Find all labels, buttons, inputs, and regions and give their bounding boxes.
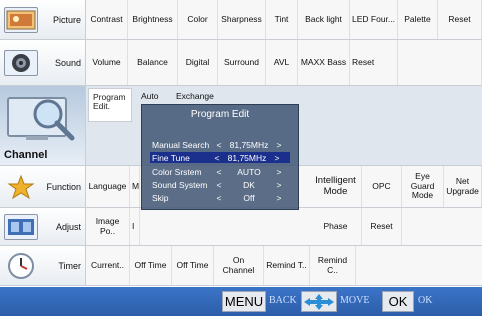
menu-item-phase[interactable]: Phase bbox=[310, 208, 362, 245]
empty-cell bbox=[398, 40, 482, 85]
dialog-title: Program Edit bbox=[190, 109, 250, 120]
ok-hint: OK bbox=[418, 295, 433, 306]
category-channel[interactable]: Channel bbox=[0, 86, 86, 165]
menu-item-maxx-bass[interactable]: MAXX Bass bbox=[298, 40, 350, 85]
menu-item-contrast[interactable]: Contrast bbox=[86, 0, 128, 39]
category-picture[interactable]: Picture bbox=[0, 0, 86, 39]
left-arrow[interactable]: < bbox=[214, 167, 224, 177]
menu-item-image-position[interactable]: Image Po.. bbox=[86, 208, 130, 245]
category-sound[interactable]: Sound bbox=[0, 40, 86, 85]
category-label: Channel bbox=[4, 149, 48, 161]
right-arrow[interactable]: > bbox=[274, 167, 284, 177]
menu-item-brightness[interactable]: Brightness bbox=[128, 0, 178, 39]
menu-item-opc[interactable]: OPC bbox=[362, 166, 402, 207]
menu-item-backlight[interactable]: Back light bbox=[298, 0, 350, 39]
category-timer[interactable]: Timer bbox=[0, 246, 86, 285]
left-arrow[interactable]: < bbox=[214, 180, 224, 190]
left-arrow[interactable]: < bbox=[212, 153, 222, 163]
dialog-row-fine-tune[interactable]: Fine Tune < 81,75MHz > bbox=[150, 152, 290, 163]
menu-item-partial[interactable]: M bbox=[130, 166, 140, 207]
menu-item-on-channel[interactable]: On Channel bbox=[214, 246, 264, 285]
row-name: Skip bbox=[152, 192, 169, 203]
dialog-row-color-system[interactable]: Color Srstem < AUTO > bbox=[152, 166, 292, 177]
adjust-row: Adjust Image Po.. I Phase Reset bbox=[0, 208, 482, 246]
star-icon bbox=[4, 174, 38, 200]
right-arrow[interactable]: > bbox=[274, 140, 284, 150]
row-value: DK bbox=[243, 179, 255, 190]
move-hint: MOVE bbox=[340, 295, 370, 306]
menu-item-off-time-2[interactable]: Off Time bbox=[172, 246, 214, 285]
category-label: Timer bbox=[58, 260, 81, 271]
row-name: Color Srstem bbox=[152, 166, 202, 177]
menu-item-sharpness[interactable]: Sharpness bbox=[218, 0, 266, 39]
category-label: Picture bbox=[52, 14, 81, 25]
menu-item-language[interactable]: Language bbox=[86, 166, 130, 207]
ok-button[interactable]: OK bbox=[382, 291, 414, 312]
program-edit-dialog: Program Edit Manual Search < 81,75MHz > … bbox=[141, 104, 299, 210]
menu-item-program-edit[interactable]: Program Edit. bbox=[88, 88, 132, 122]
picture-icon bbox=[4, 6, 38, 33]
menu-item-reset[interactable]: Reset bbox=[362, 208, 402, 245]
row-value: 81,75MHz bbox=[229, 139, 269, 150]
menu-item-remind-channel[interactable]: Remind C.. bbox=[310, 246, 356, 285]
menu-item-auto[interactable]: Auto bbox=[141, 91, 159, 101]
category-label: Sound bbox=[54, 57, 81, 68]
menu-item-remind-time[interactable]: Remind T.. bbox=[264, 246, 310, 285]
menu-item-partial[interactable]: I bbox=[130, 208, 140, 245]
menu-item-intelligent-mode[interactable]: Intelligent Mode bbox=[310, 166, 362, 207]
menu-button[interactable]: MENU bbox=[222, 291, 266, 312]
row-value: 81,75MHz bbox=[227, 152, 267, 163]
menu-item-volume[interactable]: Volume bbox=[86, 40, 128, 85]
row-value: AUTO bbox=[237, 166, 261, 177]
left-arrow[interactable]: < bbox=[214, 193, 224, 203]
menu-item-reset[interactable]: Reset bbox=[438, 0, 482, 39]
row-name: Sound System bbox=[152, 179, 208, 190]
right-arrow[interactable]: > bbox=[274, 180, 284, 190]
row-value: Off bbox=[243, 192, 255, 203]
menu-item-reset[interactable]: Reset bbox=[350, 40, 398, 85]
menu-item-exchange[interactable]: Exchange bbox=[176, 91, 214, 101]
dialog-row-skip[interactable]: Skip < Off > bbox=[152, 192, 292, 203]
dialog-row-manual-search[interactable]: Manual Search < 81,75MHz > bbox=[152, 139, 292, 150]
right-arrow[interactable]: > bbox=[272, 153, 282, 163]
clock-icon bbox=[4, 252, 38, 279]
speaker-icon bbox=[4, 49, 38, 76]
sound-row: Sound Volume Balance Digital Surround AV… bbox=[0, 40, 482, 86]
category-adjust[interactable]: Adjust bbox=[0, 208, 86, 245]
menu-item-surround[interactable]: Surround bbox=[218, 40, 266, 85]
menu-item-palette[interactable]: Palette bbox=[398, 0, 438, 39]
magnifier-tv-icon bbox=[7, 97, 75, 141]
menu-item-eye-guard-mode[interactable]: Eye Guard Mode bbox=[402, 166, 444, 207]
picture-row: Picture Contrast Brightness Color Sharpn… bbox=[0, 0, 482, 40]
empty-cell bbox=[402, 208, 482, 245]
category-label: Function bbox=[46, 181, 81, 192]
menu-item-avl[interactable]: AVL bbox=[266, 40, 298, 85]
row-name: Fine Tune bbox=[152, 152, 190, 163]
menu-item-led-four[interactable]: LED Four... bbox=[350, 0, 398, 39]
right-arrow[interactable]: > bbox=[274, 193, 284, 203]
menu-item-balance[interactable]: Balance bbox=[128, 40, 178, 85]
adjust-icon bbox=[4, 213, 38, 240]
row-name: Manual Search bbox=[152, 139, 210, 150]
empty-cell bbox=[356, 246, 482, 285]
empty-cell bbox=[140, 208, 310, 245]
category-function[interactable]: Function bbox=[0, 166, 86, 207]
left-arrow[interactable]: < bbox=[214, 140, 224, 150]
category-label: Adjust bbox=[55, 221, 81, 232]
menu-item-net-upgrade[interactable]: Net Upgrade bbox=[444, 166, 482, 207]
dialog-row-sound-system[interactable]: Sound System < DK > bbox=[152, 179, 292, 190]
menu-item-off-time[interactable]: Off Time bbox=[130, 246, 172, 285]
menu-item-color[interactable]: Color bbox=[178, 0, 218, 39]
menu-item-digital[interactable]: Digital bbox=[178, 40, 218, 85]
menu-item-tint[interactable]: Tint bbox=[266, 0, 298, 39]
footer-bar: MENU BACK MOVE OK OK bbox=[0, 287, 482, 316]
menu-item-current-time[interactable]: Current.. bbox=[86, 246, 130, 285]
back-hint: BACK bbox=[269, 295, 297, 306]
move-arrows-icon[interactable] bbox=[301, 291, 337, 312]
timer-row: Timer Current.. Off Time Off Time On Cha… bbox=[0, 246, 482, 286]
